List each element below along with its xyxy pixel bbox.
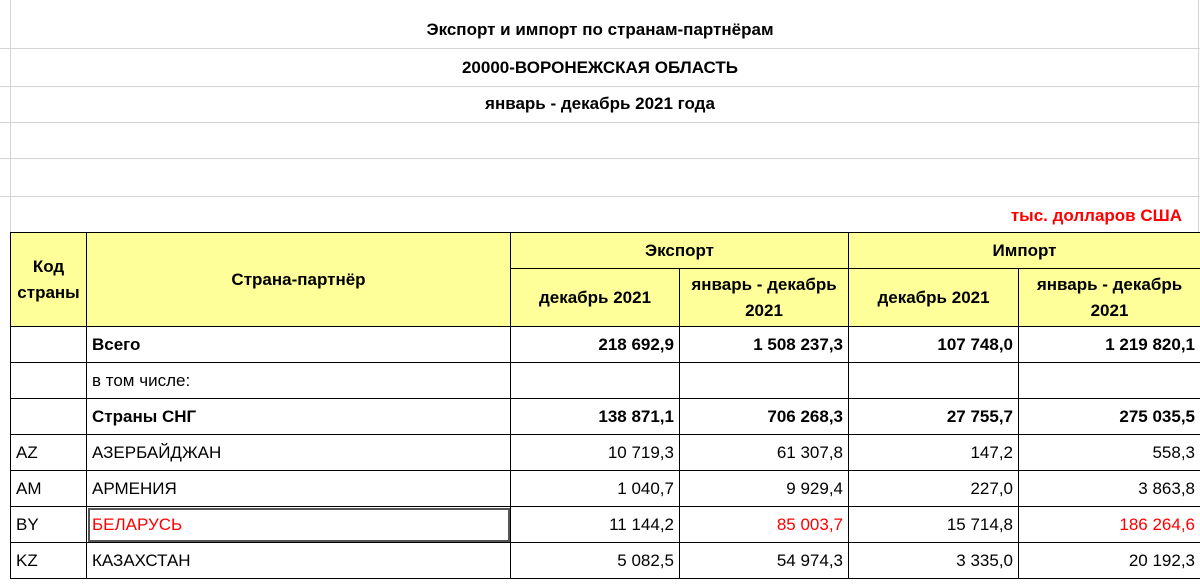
- cell-country[interactable]: КАЗАХСТАН: [86, 542, 511, 579]
- header-export-december[interactable]: декабрь 2021: [510, 268, 680, 327]
- table-row-belarus: BY БЕЛАРУСЬ 11 144,2 85 003,7 15 714,8 1…: [10, 506, 1200, 543]
- region-title: 20000-ВОРОНЕЖСКАЯ ОБЛАСТЬ: [461, 58, 739, 77]
- grid-row-line: [0, 122, 1200, 123]
- cell-country[interactable]: АЗЕРБАЙДЖАН: [86, 434, 511, 471]
- cell-export-year[interactable]: 54 974,3: [678, 542, 850, 579]
- cell-export-year[interactable]: 9 929,4: [678, 470, 850, 507]
- grid-row-line: [0, 196, 1200, 197]
- cell-code[interactable]: AM: [10, 470, 87, 507]
- header-country-partner[interactable]: Страна-партнёр: [86, 232, 511, 327]
- table-row-total: Всего 218 692,9 1 508 237,3 107 748,0 1 …: [10, 326, 1200, 363]
- cell-export-december[interactable]: 218 692,9: [510, 326, 680, 363]
- cell-import-year[interactable]: 20 192,3: [1018, 542, 1200, 579]
- cell-import-december[interactable]: 147,2: [848, 434, 1020, 471]
- cell-code[interactable]: BY: [10, 506, 87, 543]
- header-import-year[interactable]: январь - декабрь 2021: [1018, 268, 1200, 327]
- cell-import-year[interactable]: 1 219 820,1: [1018, 326, 1200, 363]
- grid-column-line: [1198, 0, 1199, 232]
- header-import[interactable]: Импорт: [848, 232, 1200, 269]
- cell-import-year[interactable]: 3 863,8: [1018, 470, 1200, 507]
- cell-export-year[interactable]: 1 508 237,3: [678, 326, 850, 363]
- period-title: январь - декабрь 2021 года: [485, 94, 715, 113]
- cell-code[interactable]: [10, 398, 87, 435]
- header-export[interactable]: Экспорт: [509, 232, 850, 269]
- trade-table: Код страны Страна-партнёр Экспорт Импорт…: [10, 232, 1200, 579]
- table-row: KZ КАЗАХСТАН 5 082,5 54 974,3 3 335,0 20…: [10, 542, 1200, 579]
- table-row-cis: Страны СНГ 138 871,1 706 268,3 27 755,7 …: [10, 398, 1200, 435]
- cell-export-december[interactable]: 11 144,2: [510, 506, 680, 543]
- cell-country[interactable]: в том числе:: [86, 362, 511, 399]
- cell-import-december[interactable]: [848, 362, 1020, 399]
- cell-import-year[interactable]: 186 264,6: [1018, 506, 1200, 543]
- cell-code[interactable]: [10, 326, 87, 363]
- cell-import-year[interactable]: 275 035,5: [1018, 398, 1200, 435]
- cell-code[interactable]: KZ: [10, 542, 87, 579]
- cell-import-december[interactable]: 15 714,8: [848, 506, 1020, 543]
- cell-country-selected[interactable]: БЕЛАРУСЬ: [86, 506, 511, 543]
- cell-import-december[interactable]: 107 748,0: [848, 326, 1020, 363]
- grid-row-line: [0, 48, 1200, 49]
- table-row: AZ АЗЕРБАЙДЖАН 10 719,3 61 307,8 147,2 5…: [10, 434, 1200, 471]
- table-row: AM АРМЕНИЯ 1 040,7 9 929,4 227,0 3 863,8: [10, 470, 1200, 507]
- grid-column-line: [10, 0, 11, 232]
- cell-country[interactable]: АРМЕНИЯ: [86, 470, 511, 507]
- table-row-including: в том числе:: [10, 362, 1200, 399]
- cell-import-december[interactable]: 27 755,7: [848, 398, 1020, 435]
- cell-import-december[interactable]: 3 335,0: [848, 542, 1020, 579]
- grid-row-line: [0, 86, 1200, 87]
- cell-code[interactable]: [10, 362, 87, 399]
- cell-country[interactable]: Всего: [86, 326, 511, 363]
- cell-export-year[interactable]: 85 003,7: [678, 506, 850, 543]
- cell-export-december[interactable]: 10 719,3: [510, 434, 680, 471]
- cell-export-year[interactable]: 61 307,8: [678, 434, 850, 471]
- cell-export-december[interactable]: 1 040,7: [510, 470, 680, 507]
- cell-export-year[interactable]: 706 268,3: [678, 398, 850, 435]
- cell-export-december[interactable]: 138 871,1: [510, 398, 680, 435]
- report-title: Экспорт и импорт по странам-партнёрам: [426, 20, 774, 39]
- cell-import-year[interactable]: [1018, 362, 1200, 399]
- spreadsheet-sheet: Экспорт и импорт по странам-партнёрам 20…: [0, 0, 1200, 586]
- header-export-year[interactable]: январь - декабрь 2021: [678, 268, 850, 327]
- cell-export-year[interactable]: [678, 362, 850, 399]
- cell-country[interactable]: Страны СНГ: [86, 398, 511, 435]
- header-import-december[interactable]: декабрь 2021: [848, 268, 1020, 327]
- units-label: тыс. долларов США: [1010, 206, 1182, 225]
- grid-row-line: [0, 158, 1200, 159]
- cell-export-december[interactable]: [510, 362, 680, 399]
- cell-import-year[interactable]: 558,3: [1018, 434, 1200, 471]
- cell-import-december[interactable]: 227,0: [848, 470, 1020, 507]
- header-country-code[interactable]: Код страны: [10, 232, 87, 327]
- cell-export-december[interactable]: 5 082,5: [510, 542, 680, 579]
- cell-code[interactable]: AZ: [10, 434, 87, 471]
